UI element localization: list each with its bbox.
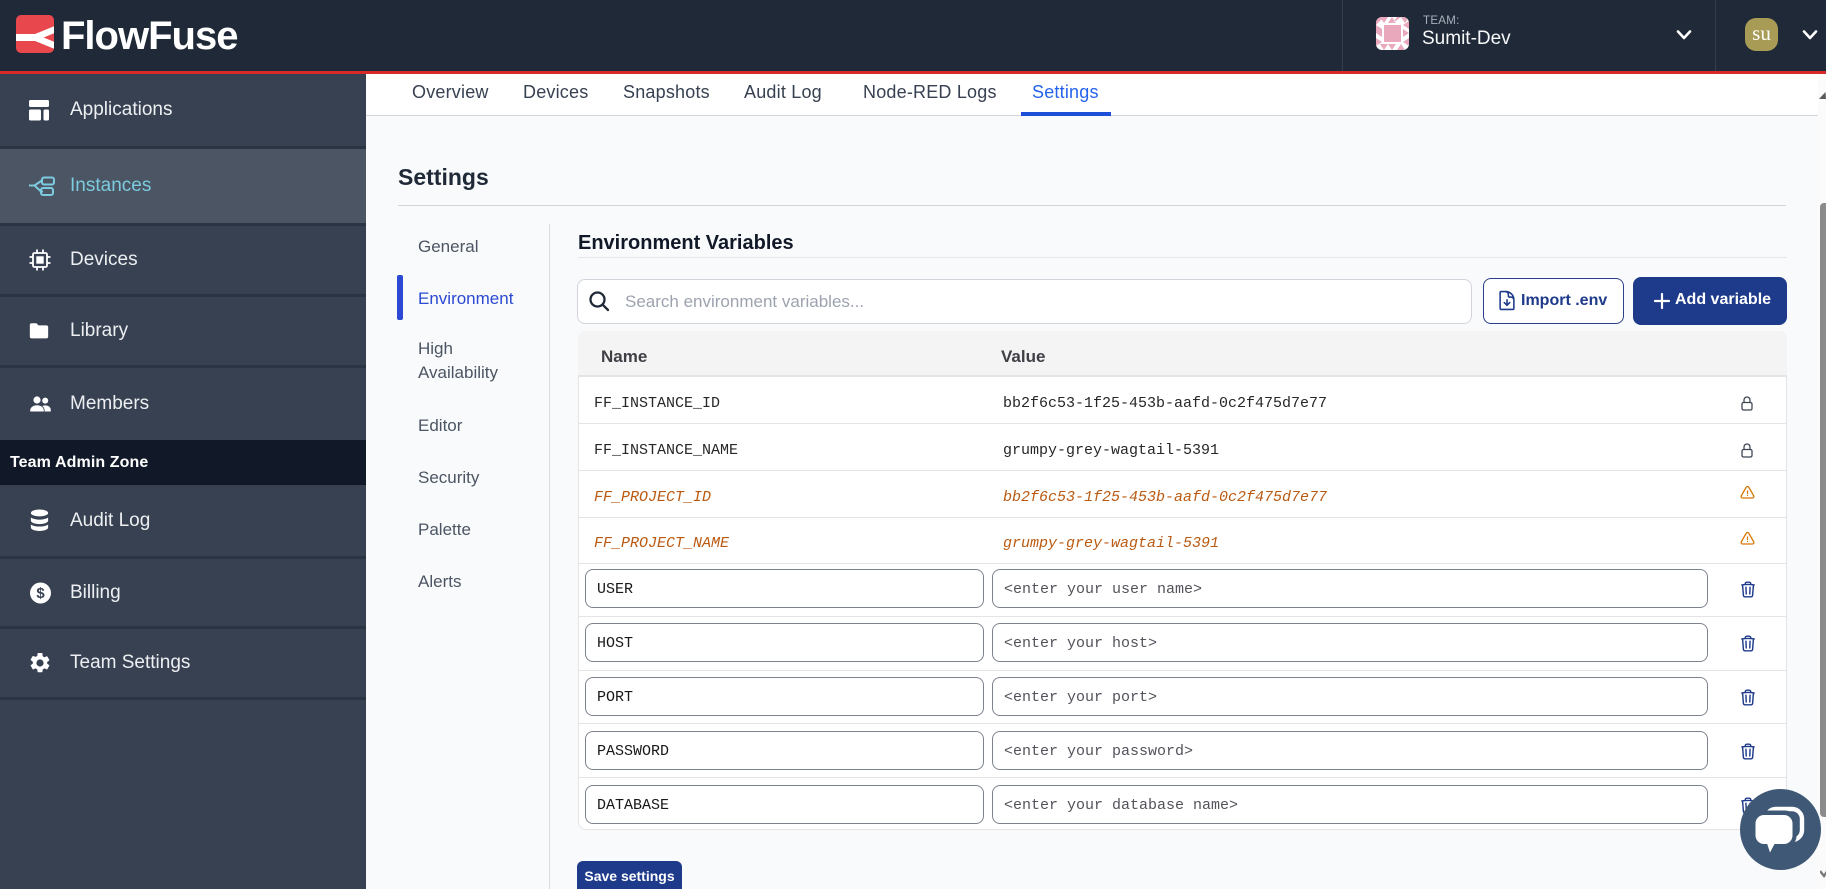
svg-text:$: $ — [36, 585, 45, 602]
